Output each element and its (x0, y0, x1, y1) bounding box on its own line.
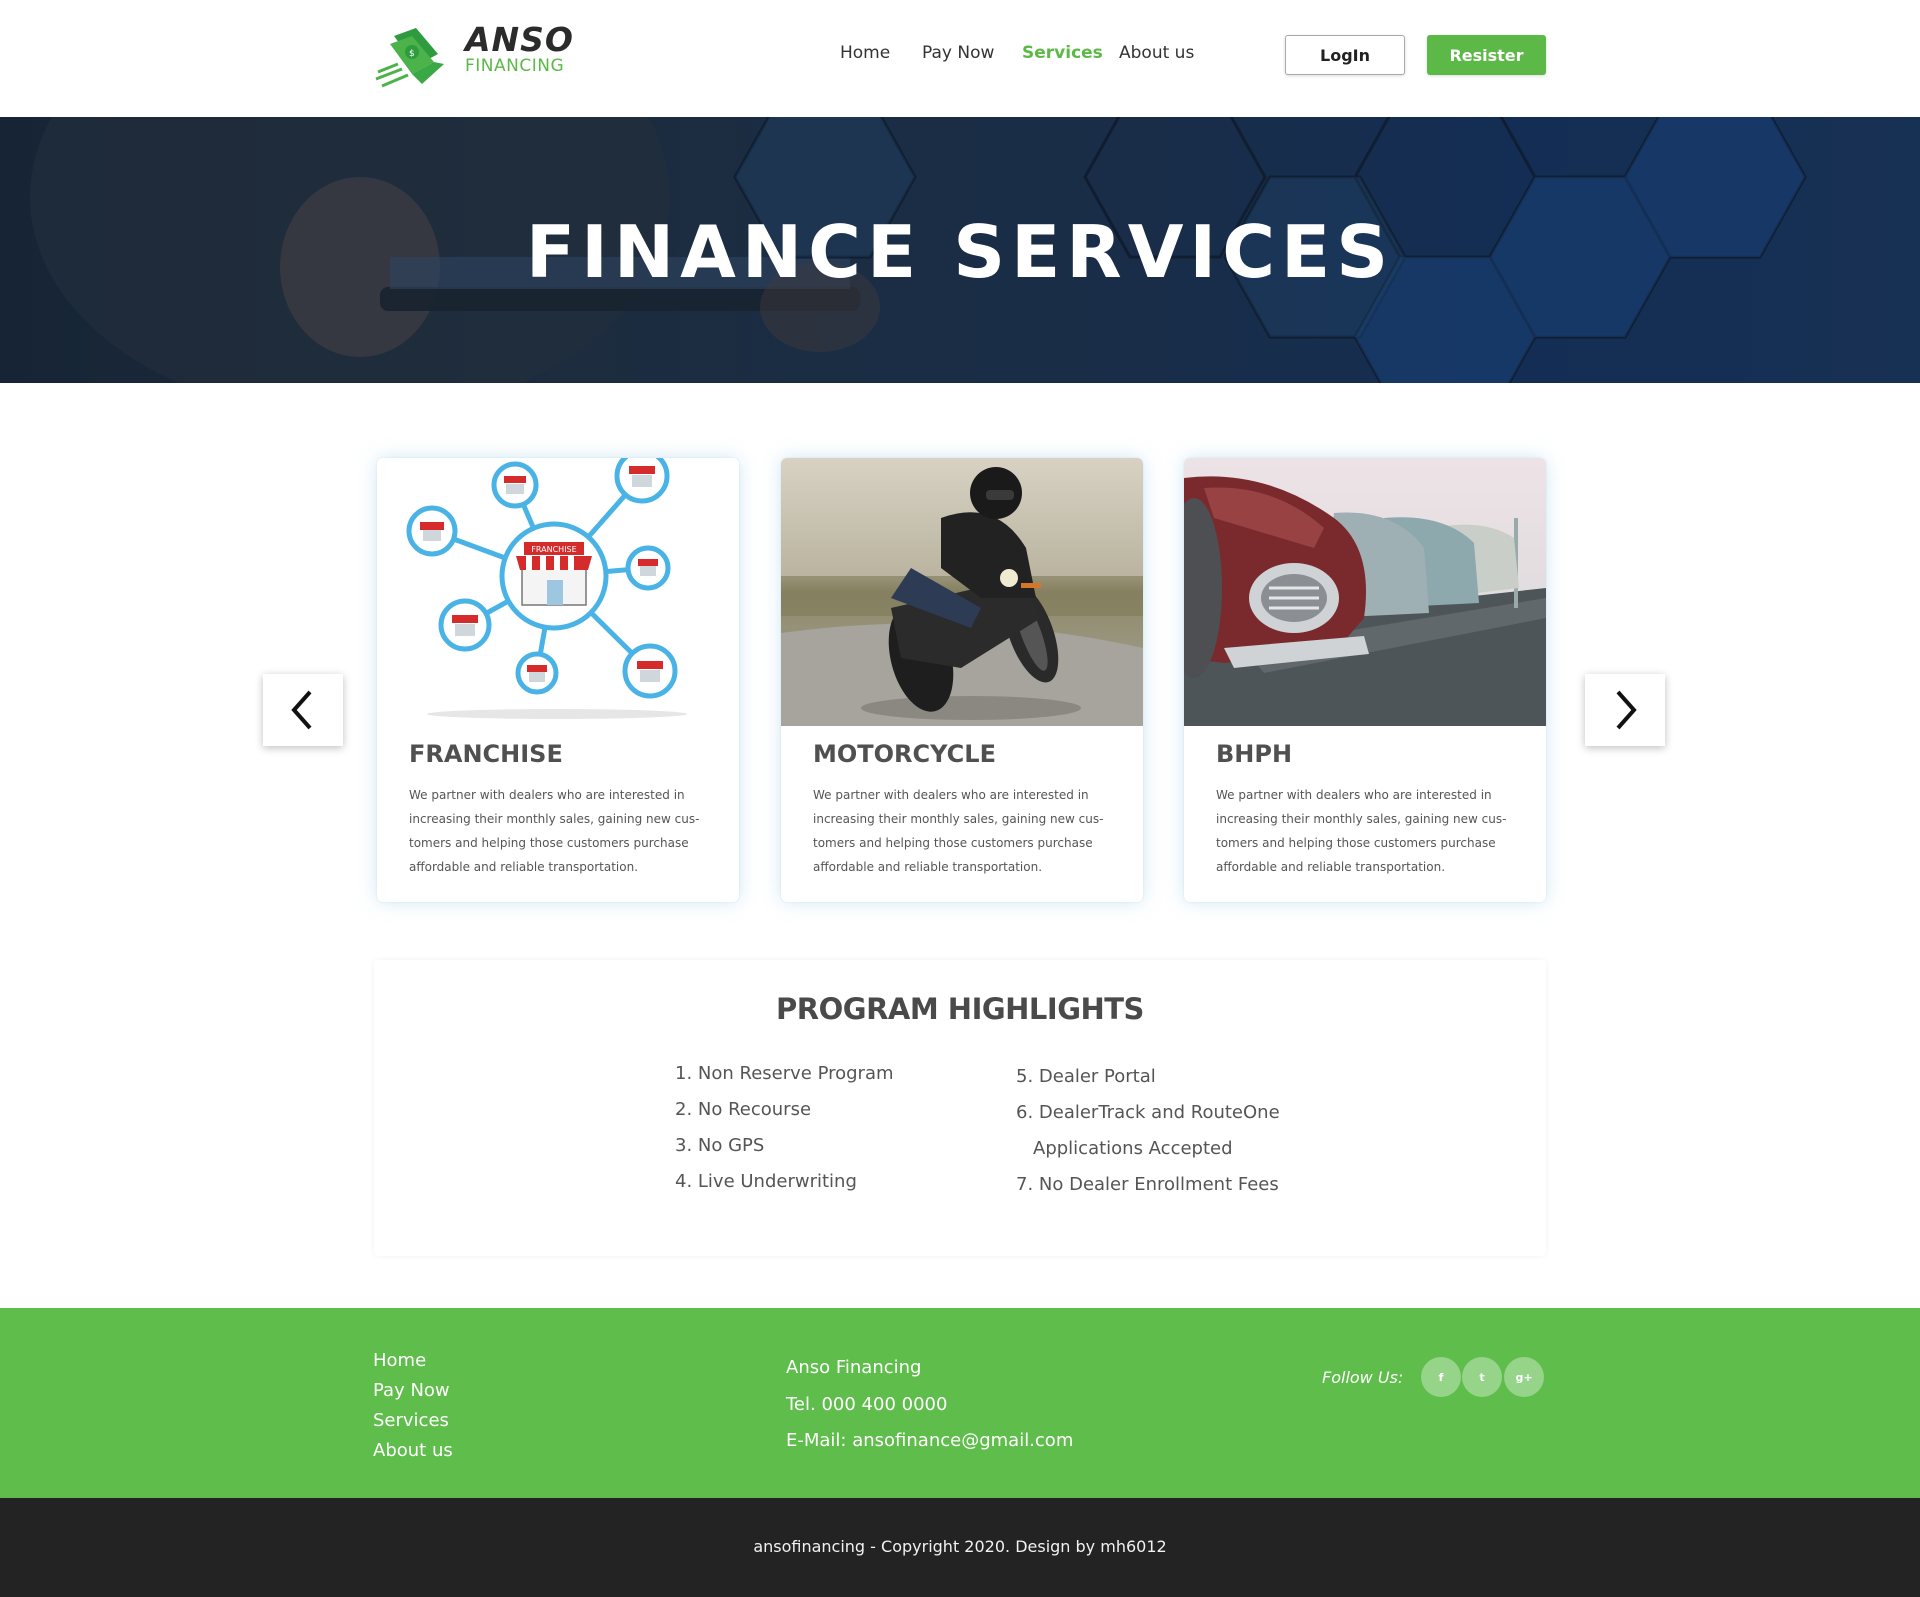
franchise-sign-text: FRANCHISE (531, 545, 576, 554)
list-item: 7. No Dealer Enrollment Fees (1016, 1174, 1279, 1195)
service-card-bhph[interactable]: BHPH We partner with dealers who are int… (1184, 458, 1546, 902)
franchise-network-image: FRANCHISE (377, 458, 739, 726)
login-button[interactable]: LogIn (1285, 35, 1405, 75)
service-card-motorcycle[interactable]: MOTORCYCLE We partner with dealers who a… (781, 458, 1143, 902)
list-item: 2. No Recourse (675, 1099, 812, 1120)
card-title: BHPH (1216, 740, 1293, 768)
card-description: We partner with dealers who are interest… (409, 788, 700, 874)
logo-subtitle: FINANCING (465, 56, 565, 76)
nav-about-us[interactable]: About us (1119, 43, 1194, 63)
footer-email[interactable]: E-Mail: ansofinance@gmail.com (786, 1423, 1073, 1460)
chevron-right-icon (1616, 690, 1637, 730)
footer-company: Anso Financing (786, 1357, 922, 1378)
copyright-text: ansofinancing - Copyright 2020. Design b… (753, 1537, 1167, 1556)
svg-text:$: $ (409, 49, 415, 59)
highlights-title: PROGRAM HIGHLIGHTS (776, 992, 1144, 1026)
highlights-list-right: 5. Dealer Portal 6. DealerTrack and Rout… (1016, 1059, 1280, 1203)
list-item: Applications Accepted (1033, 1138, 1233, 1159)
motorcycle-rider-image (781, 458, 1143, 726)
card-description: We partner with dealers who are interest… (813, 788, 1104, 874)
register-button[interactable]: Resister (1427, 35, 1546, 75)
footer-link-about-us[interactable]: About us (373, 1436, 453, 1466)
highlights-list-left: 1. Non Reserve Program 2. No Recourse 3.… (675, 1056, 894, 1200)
chevron-left-icon (291, 690, 312, 730)
classic-cars-image (1184, 458, 1546, 726)
site-footer: Home Pay Now Services About us Anso Fina… (0, 1308, 1920, 1498)
site-header: $ ANSO FINANCING Home Pay Now Services A… (0, 0, 1920, 117)
service-card-franchise[interactable]: FRANCHISE FRANCHISE We partner with deal… (377, 458, 739, 902)
follow-us-label: Follow Us: (1322, 1368, 1404, 1387)
twitter-icon[interactable]: t (1462, 1357, 1502, 1397)
carousel-prev-button[interactable] (263, 674, 343, 746)
facebook-icon[interactable]: f (1421, 1357, 1461, 1397)
hero-title: FINANCE SERVICES (525, 210, 1395, 294)
footer-tel: Tel. 000 400 0000 (786, 1393, 948, 1415)
list-item: 3. No GPS (675, 1135, 765, 1156)
card-description: We partner with dealers who are interest… (1216, 788, 1507, 874)
site-logo[interactable]: $ ANSO FINANCING (372, 20, 574, 92)
hero-banner: FINANCE SERVICES (0, 117, 1920, 383)
google-plus-icon[interactable]: g+ (1504, 1357, 1544, 1397)
list-item: 5. Dealer Portal (1016, 1066, 1156, 1087)
program-highlights: PROGRAM HIGHLIGHTS 1. Non Reserve Progra… (374, 960, 1546, 1256)
carousel-next-button[interactable] (1585, 674, 1665, 746)
nav-home[interactable]: Home (840, 43, 890, 63)
footer-link-home[interactable]: Home (373, 1346, 453, 1376)
card-title: FRANCHISE (409, 740, 563, 768)
list-item: 4. Live Underwriting (675, 1171, 857, 1192)
list-item: 1. Non Reserve Program (675, 1063, 894, 1084)
footer-link-pay-now[interactable]: Pay Now (373, 1376, 453, 1406)
money-logo-icon: $ (375, 28, 444, 88)
card-title: MOTORCYCLE (813, 740, 996, 768)
nav-pay-now[interactable]: Pay Now (922, 43, 994, 63)
footer-contact: Anso Financing Tel. 000 400 0000 E-Mail:… (786, 1350, 1073, 1460)
footer-link-services[interactable]: Services (373, 1406, 453, 1436)
nav-services[interactable]: Services (1022, 43, 1103, 63)
copyright-bar: ansofinancing - Copyright 2020. Design b… (0, 1498, 1920, 1597)
footer-links: Home Pay Now Services About us (373, 1346, 453, 1466)
logo-name: ANSO (465, 20, 574, 59)
list-item: 6. DealerTrack and RouteOne (1016, 1102, 1280, 1123)
